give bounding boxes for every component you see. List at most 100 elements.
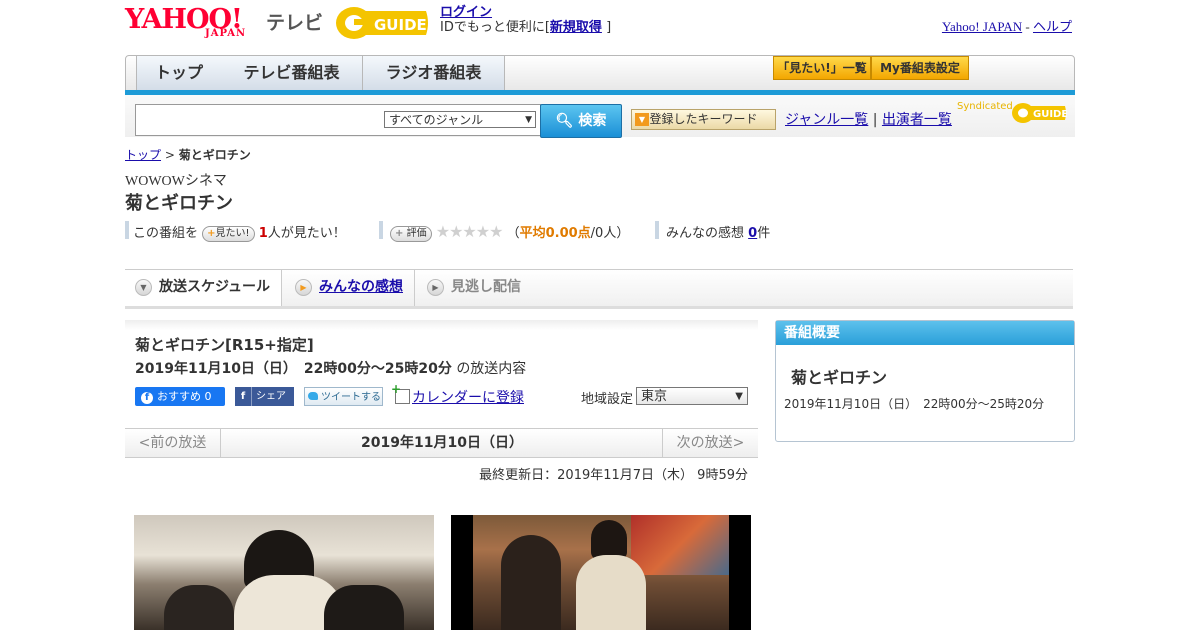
registered-keywords-button[interactable]: ▼ 登録したキーワード bbox=[631, 109, 776, 130]
rate-button-label: 評価 bbox=[406, 227, 427, 239]
mitai-button-label: 見たい! bbox=[215, 227, 250, 239]
broadcast-datetime-line: 2019年11月10日（日） 22時00分～25時20分 の放送内容 bbox=[135, 358, 526, 378]
header-links: Yahoo! JAPAN - ヘルプ bbox=[942, 16, 1072, 35]
genre-select-value: すべてのジャンル bbox=[389, 113, 484, 127]
this-program-label: この番組を bbox=[133, 226, 199, 241]
program-still-image bbox=[134, 515, 434, 630]
facebook-recommend-button[interactable]: f おすすめ 0 bbox=[135, 387, 225, 406]
tab-schedule-label: 放送スケジュール bbox=[159, 279, 271, 295]
avg-suffix: /0人） bbox=[590, 226, 630, 241]
genre-list-link[interactable]: ジャンル一覧 bbox=[785, 112, 868, 128]
breadcrumb-top-link[interactable]: トップ bbox=[125, 148, 161, 162]
breadcrumb: トップ > 菊とギロチン bbox=[125, 146, 251, 163]
breadcrumb-separator: > bbox=[164, 148, 175, 162]
program-actions: この番組を +見たい! 1人が見たい！ bbox=[133, 222, 346, 242]
broadcast-datetime: 2019年11月10日（日） 22時00分～25時20分 bbox=[135, 361, 452, 377]
divider bbox=[125, 221, 129, 239]
prev-broadcast-link[interactable]: <前の放送 bbox=[125, 429, 221, 457]
chevron-down-icon: ▼ bbox=[525, 115, 532, 125]
search-bar: すべてのジャンル ▼ 🔍︎ 検索 ▼ 登録したキーワード ジャンル一覧 | 出演… bbox=[125, 95, 1075, 138]
broadcast-title: 菊とギロチン[R15+指定] bbox=[135, 336, 314, 354]
cast-list-link[interactable]: 出演者一覧 bbox=[882, 112, 952, 128]
mitai-count: 1 bbox=[258, 226, 268, 241]
plus-icon: + bbox=[395, 227, 404, 239]
tab-reviews-link[interactable]: みんなの感想 bbox=[319, 279, 403, 295]
calendar-add-icon bbox=[391, 382, 410, 404]
content-tabs: ▼ 放送スケジュール ▶ みんなの感想 ▶ 見逃し配信 bbox=[125, 269, 1073, 309]
login-box: ログイン IDでもっと便利に[新規取得 ] bbox=[440, 5, 611, 35]
gguide-small-logo: GUIDE bbox=[1012, 103, 1067, 123]
tab-top[interactable]: トップ bbox=[136, 56, 222, 90]
rate-button[interactable]: + 評価 bbox=[390, 225, 432, 242]
search-button-label: 検索 bbox=[578, 113, 607, 129]
reviews-count-block: みんなの感想 0件 bbox=[666, 222, 771, 241]
facebook-icon: f bbox=[235, 387, 252, 406]
reviews-suffix: 件 bbox=[757, 226, 771, 241]
svg-text:GUIDE: GUIDE bbox=[374, 16, 427, 34]
mitai-button[interactable]: +見たい! bbox=[202, 225, 255, 242]
login-link[interactable]: ログイン bbox=[440, 5, 492, 20]
program-summary-title: 菊とギロチン bbox=[791, 368, 888, 387]
next-broadcast-link[interactable]: 次の放送> bbox=[662, 429, 758, 457]
tab-reviews[interactable]: ▶ みんなの感想 bbox=[285, 270, 415, 306]
mitai-suffix: 人が見たい！ bbox=[267, 226, 346, 241]
current-broadcast-date: 2019年11月10日（日） bbox=[361, 435, 523, 451]
gguide-logo[interactable]: GUIDE bbox=[334, 5, 430, 41]
avg-score: 平均0.00点 bbox=[519, 226, 591, 241]
search-links: ジャンル一覧 | 出演者一覧 bbox=[785, 109, 952, 129]
plus-icon: + bbox=[207, 227, 216, 239]
page-title: 菊とギロチン bbox=[125, 193, 233, 214]
chevron-down-icon: ▼ bbox=[135, 279, 152, 296]
genre-select[interactable]: すべてのジャンル ▼ bbox=[384, 111, 536, 128]
tv-logo-text[interactable]: テレビ bbox=[266, 8, 323, 35]
program-summary-header: 番組概要 bbox=[776, 321, 1074, 345]
tab-tv-listings[interactable]: テレビ番組表 bbox=[221, 56, 363, 90]
facebook-share-button[interactable]: f シェア bbox=[235, 387, 294, 406]
broadcast-datetime-suffix: の放送内容 bbox=[456, 361, 527, 377]
breadcrumb-current: 菊とギロチン bbox=[178, 148, 251, 162]
play-icon: ▶ bbox=[427, 279, 444, 296]
reviews-label: みんなの感想 bbox=[666, 226, 745, 241]
page: YAHOO! JAPAN テレビ GUIDE ログイン IDでもっと便利に[新規… bbox=[0, 0, 1200, 630]
syndicated-label: Syndicated bbox=[957, 101, 1013, 112]
reviews-count-link[interactable]: 0 bbox=[748, 226, 757, 241]
tweet-label: ツイートする bbox=[321, 392, 381, 403]
registered-keywords-label: 登録したキーワード bbox=[649, 112, 758, 126]
main-nav: トップ テレビ番組表 ラジオ番組表 「見たい!」一覧 My番組表設定 bbox=[125, 55, 1075, 91]
play-icon: ▶ bbox=[295, 279, 312, 296]
help-link[interactable]: ヘルプ bbox=[1033, 19, 1072, 34]
yahoo-japan-logo-text: JAPAN bbox=[205, 28, 247, 39]
search-icon: 🔍︎ bbox=[555, 113, 574, 129]
calendar-register: カレンダーに登録 bbox=[391, 382, 524, 407]
region-select[interactable]: 東京 ▼ bbox=[636, 387, 748, 405]
search-links-divider: | bbox=[872, 112, 878, 128]
star-rating: ★★★★★ bbox=[435, 222, 504, 241]
signup-link[interactable]: 新規取得 bbox=[550, 20, 602, 35]
yahoo-japan-link[interactable]: Yahoo! JAPAN bbox=[942, 19, 1022, 34]
program-summary-datetime: 2019年11月10日（日） 22時00分～25時20分 bbox=[784, 397, 1045, 411]
divider bbox=[379, 221, 383, 239]
broadcast-date-nav: <前の放送 2019年11月10日（日） 次の放送> bbox=[125, 428, 758, 458]
tab-radio-listings[interactable]: ラジオ番組表 bbox=[363, 56, 505, 90]
my-bangumi-settings-button[interactable]: My番組表設定 bbox=[871, 56, 969, 80]
last-updated: 最終更新日：2019年11月7日（木） 9時59分 bbox=[479, 468, 748, 483]
calendar-register-link[interactable]: カレンダーに登録 bbox=[412, 390, 524, 406]
broadcast-panel: 菊とギロチン[R15+指定] 2019年11月10日（日） 22時00分～25時… bbox=[125, 320, 758, 430]
search-button[interactable]: 🔍︎ 検索 bbox=[540, 104, 622, 138]
rating-block: + 評価 ★★★★★ （平均0.00点/0人） bbox=[390, 222, 630, 242]
region-select-value: 東京 bbox=[641, 389, 668, 404]
tweet-button[interactable]: ツイートする bbox=[304, 387, 383, 406]
facebook-icon: f bbox=[141, 392, 153, 404]
chevron-down-icon: ▼ bbox=[735, 391, 743, 402]
svg-text:GUIDE: GUIDE bbox=[1033, 109, 1067, 120]
tab-vod-label: 見逃し配信 bbox=[451, 279, 521, 295]
twitter-bird-icon bbox=[308, 392, 318, 400]
avg-prefix: （ bbox=[506, 226, 520, 241]
login-prompt-prefix: IDでもっと便利に[ bbox=[440, 20, 550, 35]
program-summary-box: 番組概要 菊とギロチン 2019年11月10日（日） 22時00分～25時20分 bbox=[775, 320, 1075, 442]
header-separator: - bbox=[1025, 19, 1030, 34]
mitai-list-button[interactable]: 「見たい!」一覧 bbox=[773, 56, 871, 80]
facebook-recommend-label: おすすめ 0 bbox=[157, 390, 212, 403]
tab-schedule[interactable]: ▼ 放送スケジュール bbox=[125, 270, 282, 306]
tab-vod[interactable]: ▶ 見逃し配信 bbox=[417, 270, 547, 306]
